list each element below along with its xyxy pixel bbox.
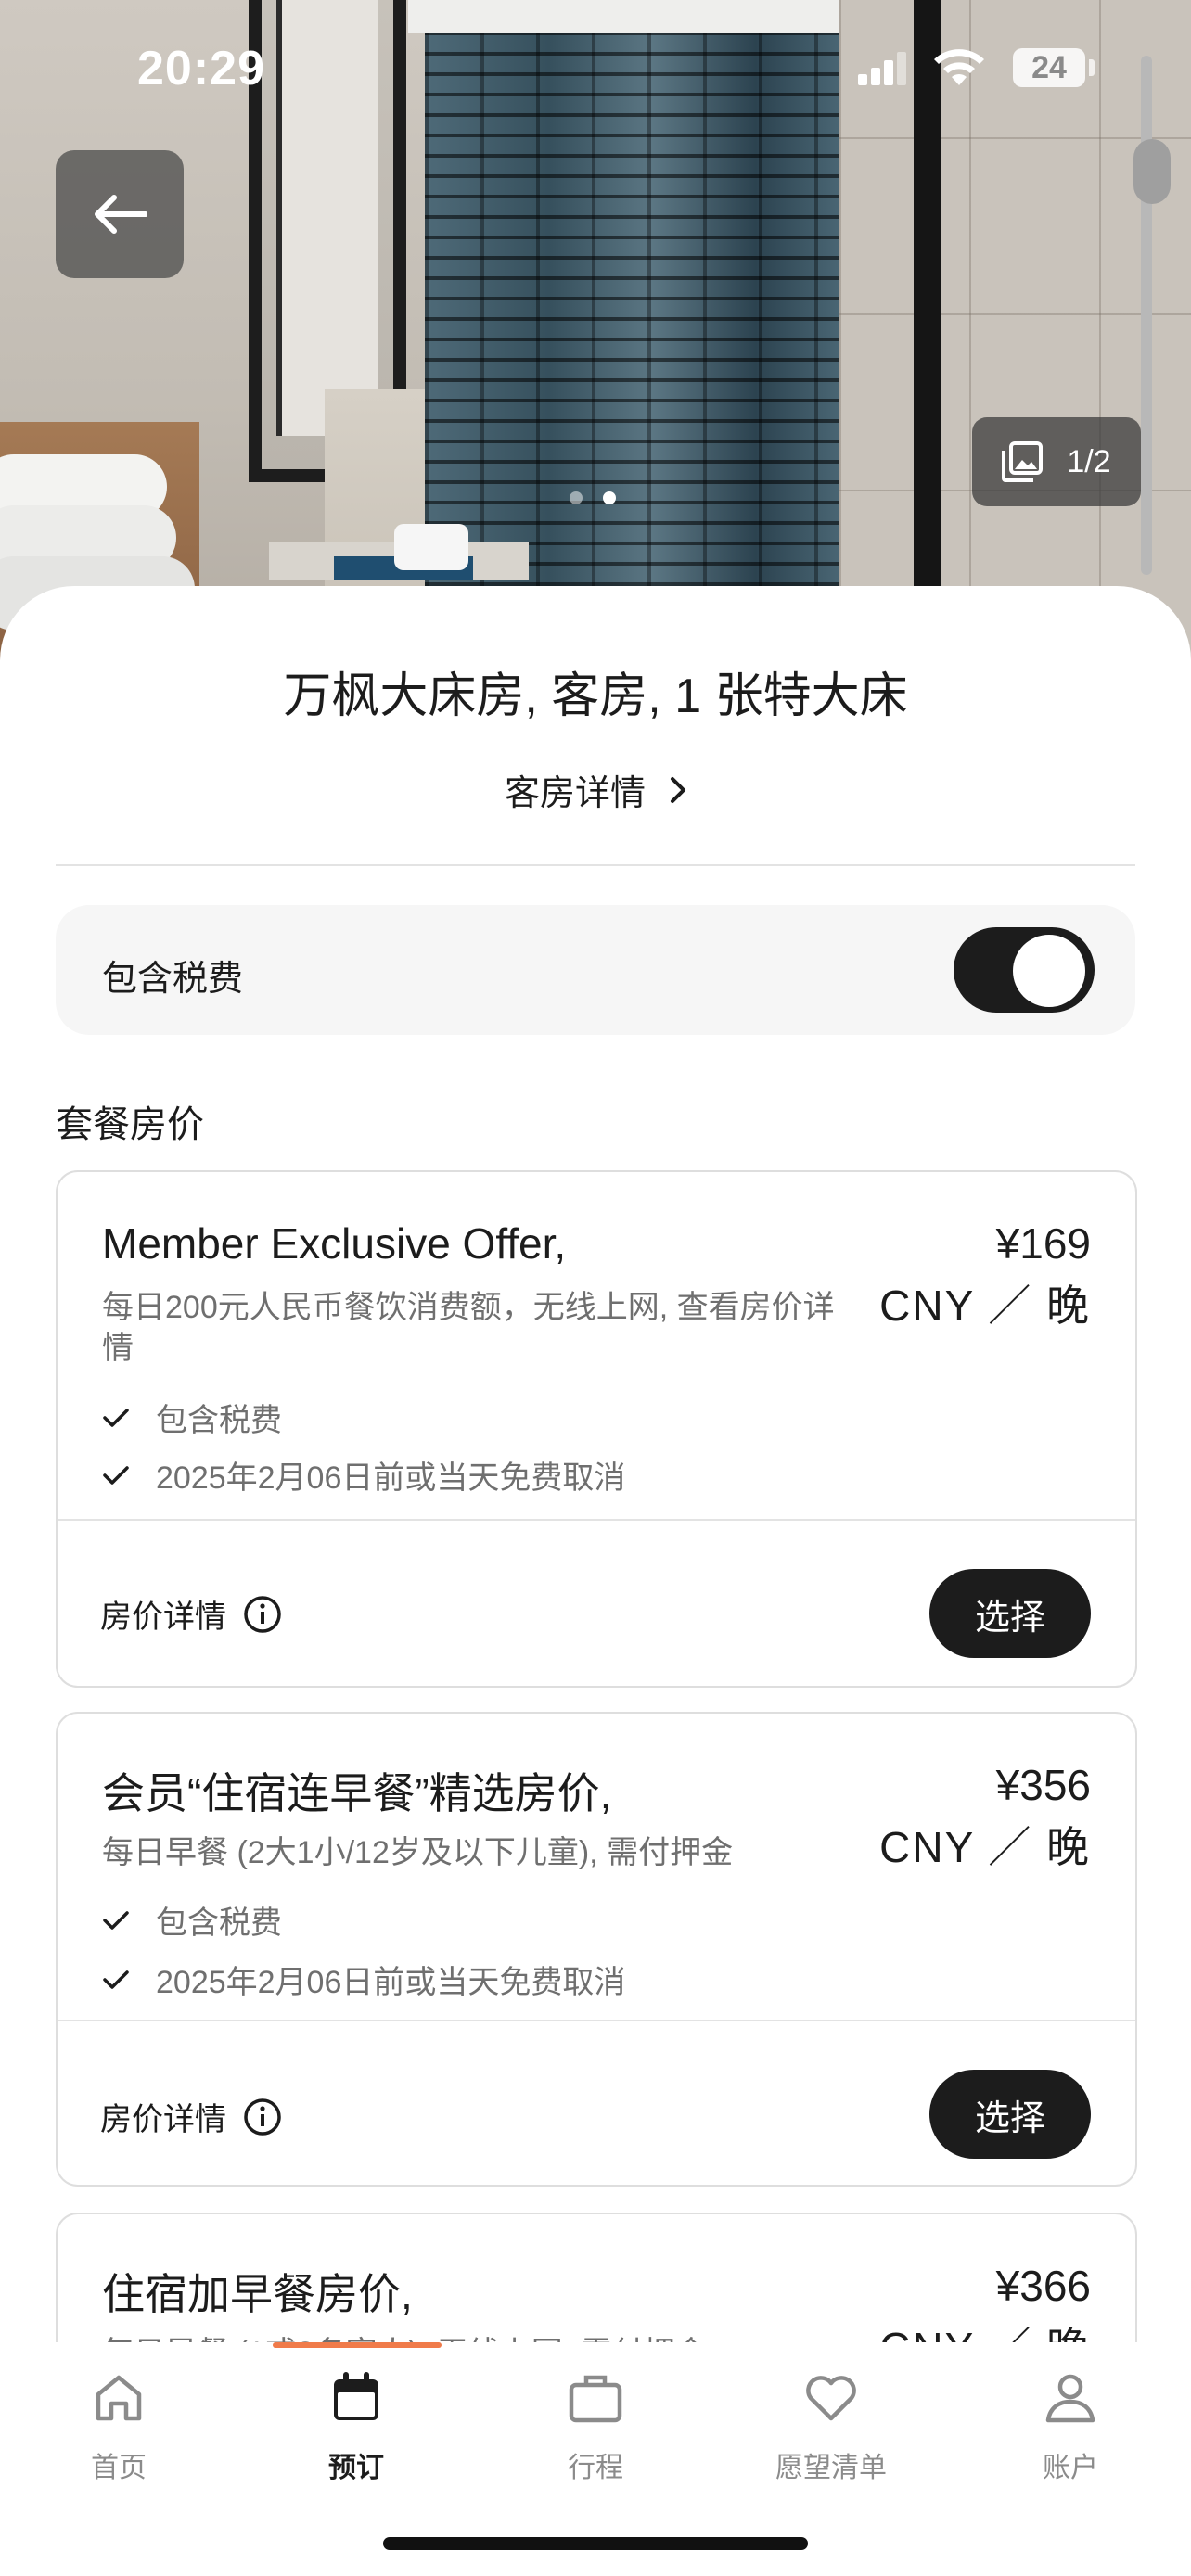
heart-icon: [806, 2376, 856, 2421]
rate-price: ¥169: [995, 1219, 1091, 1268]
photo-shower-head: [1133, 139, 1171, 204]
rate-details-link[interactable]: 房价详情: [100, 2094, 282, 2139]
rate-name: Member Exclusive Offer,: [102, 1219, 567, 1268]
rate-details-label: 房价详情: [100, 1600, 226, 1635]
tab-wishlist[interactable]: 愿望清单: [748, 2368, 915, 2485]
cellular-signal-icon: [858, 52, 906, 85]
select-button[interactable]: 选择: [929, 2070, 1091, 2159]
tab-label: 预订: [328, 2453, 384, 2483]
section-title: 套餐房价: [56, 1104, 204, 1145]
rate-price: ¥356: [995, 1761, 1091, 1809]
home-indicator: [383, 2537, 808, 2550]
status-time: 20:29: [137, 42, 265, 96]
rate-check-text: 包含税费: [156, 1906, 282, 1941]
wifi-icon: [934, 49, 984, 85]
tab-label: 首页: [91, 2453, 147, 2483]
battery-icon: 24: [1013, 48, 1085, 87]
check-icon: [103, 1408, 129, 1427]
select-button[interactable]: 选择: [929, 1569, 1091, 1658]
info-icon: [244, 2098, 281, 2136]
rate-card: 会员“住宿连早餐”精选房价, 每日早餐 (2大1小/12岁及以下儿童), 需付押…: [56, 1712, 1137, 2187]
card-divider: [58, 1519, 1135, 1521]
rate-unit: CNY ／ 晚: [879, 1282, 1091, 1330]
arrow-left-icon: [95, 195, 147, 234]
battery-tip: [1089, 59, 1095, 76]
rate-check-item: 2025年2月06日前或当天免费取消: [102, 1957, 625, 2002]
briefcase-icon: [569, 2375, 622, 2423]
rate-price: ¥366: [995, 2262, 1091, 2310]
rate-check-item: 包含税费: [102, 1395, 282, 1440]
status-bar: 20:29 24: [0, 0, 1191, 139]
check-icon: [103, 1465, 129, 1485]
tab-label: 愿望清单: [775, 2453, 887, 2483]
person-icon: [1045, 2374, 1095, 2423]
back-button[interactable]: [56, 150, 184, 278]
calendar-icon: [334, 2372, 378, 2420]
home-icon: [96, 2375, 142, 2421]
rate-details-link[interactable]: 房价详情: [100, 1591, 282, 1637]
photo-gallery-button[interactable]: 1/2: [972, 417, 1141, 506]
card-divider: [58, 2020, 1135, 2021]
check-icon: [103, 1970, 129, 1989]
rate-description: 每日200元人民币餐饮消费额，无线上网, 查看房价详情: [102, 1290, 835, 1366]
rate-name: 会员“住宿连早餐”精选房价,: [102, 1769, 612, 1817]
room-details-label: 客房详情: [504, 774, 646, 813]
toggle-knob: [1013, 935, 1085, 1007]
tab-booking[interactable]: 预订: [273, 2368, 440, 2485]
room-title: 万枫大床房, 客房, 1 张特大床: [283, 670, 908, 723]
chevron-right-icon: [671, 776, 685, 803]
gallery-dot-active[interactable]: [603, 491, 616, 504]
tab-label: 行程: [568, 2453, 623, 2483]
rate-check-text: 包含税费: [156, 1403, 282, 1438]
divider: [56, 864, 1135, 866]
tab-label: 账户: [1043, 2453, 1098, 2483]
rate-description: 每日早餐 (2大1小/12岁及以下儿童), 需付押金: [102, 1835, 734, 1870]
gallery-icon: [1002, 441, 1044, 482]
tab-home[interactable]: 首页: [35, 2368, 202, 2485]
room-details-link[interactable]: 客房详情: [0, 764, 1191, 815]
photo-counter-text: 1/2: [1067, 443, 1111, 479]
gallery-dot[interactable]: [570, 491, 583, 504]
rate-unit: CNY ／ 晚: [879, 1823, 1091, 1871]
check-icon: [103, 1910, 129, 1930]
rate-card: Member Exclusive Offer, 每日200元人民币餐饮消费额，无…: [56, 1170, 1137, 1688]
tax-toggle-row: 包含税费: [56, 905, 1135, 1035]
rate-check-item: 包含税费: [102, 1897, 282, 1943]
rate-check-item: 2025年2月06日前或当天免费取消: [102, 1452, 625, 1498]
rate-name: 住宿加早餐房价,: [102, 2270, 413, 2318]
tax-toggle-switch[interactable]: [954, 927, 1095, 1013]
rate-details-label: 房价详情: [100, 2102, 226, 2137]
tab-trips[interactable]: 行程: [512, 2368, 679, 2485]
rate-check-text: 2025年2月06日前或当天免费取消: [156, 1460, 626, 1496]
info-icon: [244, 1595, 281, 1633]
gallery-dots: [570, 491, 616, 504]
tab-active-indicator: [273, 2342, 442, 2348]
tab-account[interactable]: 账户: [987, 2368, 1154, 2485]
photo-towels: [394, 524, 468, 570]
rate-check-text: 2025年2月06日前或当天免费取消: [156, 1965, 626, 2000]
tax-toggle-label: 包含税费: [102, 960, 244, 999]
